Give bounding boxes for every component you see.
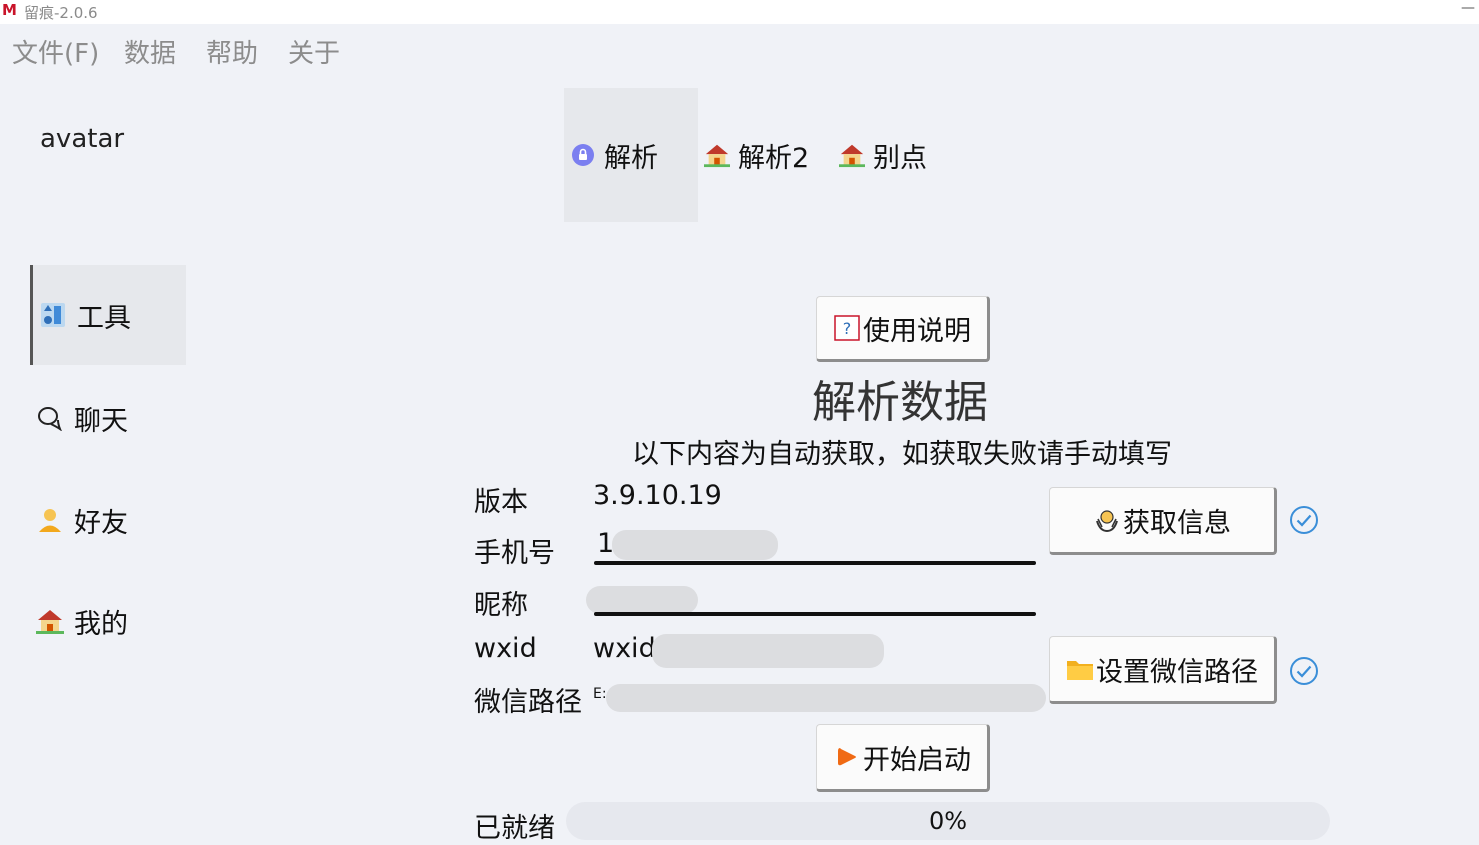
tab-label: 解析2: [738, 142, 810, 174]
phone-input[interactable]: 1: [597, 528, 614, 559]
app-logo: M: [2, 1, 17, 19]
nickname-input-underline: [594, 612, 1036, 616]
menu-bar: 文件(F) 数据 帮助 关于: [0, 24, 1479, 74]
sidebar-item-label: 我的: [74, 608, 128, 640]
version-value: 3.9.10.19: [593, 480, 722, 511]
title-bar: M 留痕-2.0.6 —: [0, 0, 1479, 24]
avatar[interactable]: avatar: [40, 124, 124, 154]
nickname-label: 昵称: [474, 590, 528, 621]
svg-text:?: ?: [843, 319, 852, 338]
menu-about[interactable]: 关于: [288, 33, 340, 70]
sidebar-item-friends[interactable]: 好友: [30, 470, 183, 570]
folder-icon: [1066, 655, 1094, 683]
minimize-button[interactable]: —: [1461, 0, 1475, 16]
wechat-path-label: 微信路径: [474, 687, 582, 718]
house-icon: [704, 142, 730, 168]
person-icon: [36, 506, 64, 534]
menu-file[interactable]: 文件(F): [12, 33, 99, 70]
page-subtitle: 以下内容为自动获取，如获取失败请手动填写: [632, 439, 1172, 470]
status-text: 已就绪: [474, 813, 555, 844]
help-button[interactable]: ? 使用说明: [816, 296, 990, 362]
redacted-blur: [586, 586, 698, 614]
phone-label: 手机号: [474, 538, 555, 569]
help-button-label: 使用说明: [863, 315, 971, 347]
page-title: 解析数据: [812, 377, 988, 428]
tab-label: 解析: [604, 142, 658, 174]
house-icon: [36, 607, 64, 635]
menu-data[interactable]: 数据: [124, 33, 176, 70]
set-wechat-path-button-label: 设置微信路径: [1096, 656, 1258, 688]
progress-bar: 0%: [566, 802, 1330, 840]
tools-icon: [39, 301, 67, 329]
hands-icon: [1093, 506, 1121, 534]
play-icon: [833, 743, 861, 771]
set-wechat-path-button[interactable]: 设置微信路径: [1049, 636, 1277, 704]
wxid-label: wxid: [474, 633, 537, 664]
version-label: 版本: [474, 487, 528, 518]
question-icon: ?: [833, 314, 861, 342]
redacted-blur: [652, 634, 884, 668]
redacted-blur: [612, 530, 778, 560]
wxid-value: wxid: [593, 633, 656, 664]
get-info-button-label: 获取信息: [1123, 507, 1231, 539]
sidebar-item-label: 工具: [77, 302, 131, 334]
app-title: 留痕-2.0.6: [24, 4, 98, 22]
menu-help[interactable]: 帮助: [206, 33, 258, 70]
check-circle-icon: [1290, 657, 1318, 685]
tab-parse2[interactable]: 解析2: [704, 88, 809, 222]
sidebar-item-label: 好友: [74, 507, 128, 539]
house-icon: [839, 142, 865, 168]
sidebar-item-chat[interactable]: 聊天: [30, 368, 183, 468]
phone-input-underline: [594, 561, 1036, 565]
redacted-blur: [606, 684, 1046, 712]
tab-label: 别点: [873, 142, 927, 174]
tab-dont-click[interactable]: 别点: [839, 88, 927, 222]
chat-bubble-icon: [36, 404, 64, 432]
purple-lock-icon: [570, 142, 596, 168]
sidebar-item-label: 聊天: [74, 405, 128, 437]
wechat-path-value: E:: [593, 686, 607, 702]
sidebar-item-tools[interactable]: 工具: [30, 265, 186, 365]
tab-parse[interactable]: 解析: [564, 88, 698, 222]
start-button-label: 开始启动: [863, 744, 971, 776]
get-info-button[interactable]: 获取信息: [1049, 487, 1277, 555]
check-circle-icon: [1290, 506, 1318, 534]
start-button[interactable]: 开始启动: [816, 724, 990, 792]
sidebar-item-mine[interactable]: 我的: [30, 571, 183, 671]
progress-text: 0%: [928, 807, 968, 835]
